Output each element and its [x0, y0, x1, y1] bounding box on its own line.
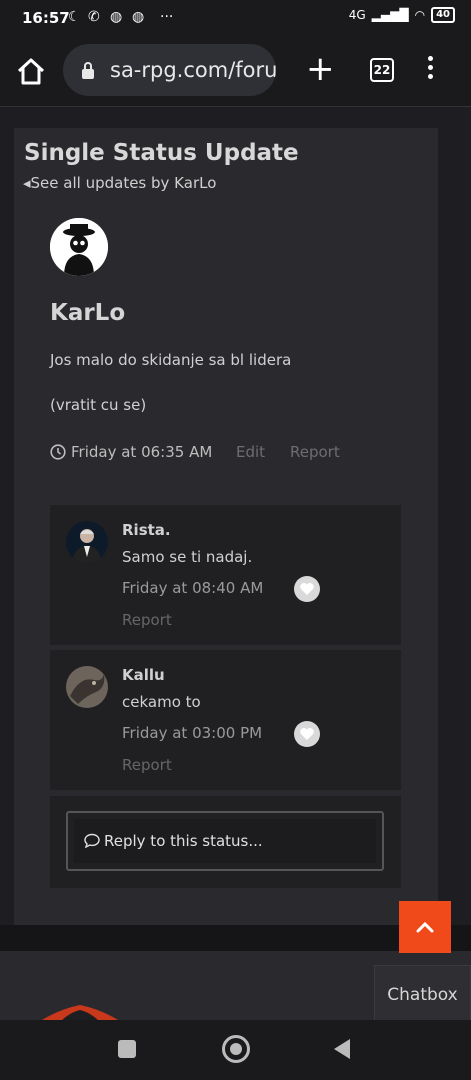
- see-all-label: See all updates by KarLo: [30, 174, 217, 192]
- heart-icon: [300, 728, 314, 740]
- page-title: Single Status Update: [24, 140, 299, 166]
- clock-time: 16:57: [22, 9, 70, 27]
- back-button[interactable]: [332, 1038, 352, 1060]
- comment-report-link[interactable]: Report: [122, 756, 172, 774]
- like-button[interactable]: [294, 576, 320, 602]
- tab-switcher-button[interactable]: 22: [370, 58, 394, 82]
- status-text-line: (vratit cu se): [50, 396, 147, 414]
- comment-text: cekamo to: [122, 693, 201, 711]
- scroll-to-top-button[interactable]: [399, 901, 451, 953]
- like-button[interactable]: [294, 721, 320, 747]
- more-notifications-icon: ···: [160, 9, 174, 25]
- commenter-name[interactable]: Rista.: [122, 521, 171, 539]
- browser-toolbar: sa-rpg.com/forur + 22: [0, 36, 471, 107]
- edit-link[interactable]: Edit: [236, 443, 265, 461]
- home-icon[interactable]: [16, 56, 46, 86]
- caret-left-icon: ◂: [23, 174, 31, 192]
- new-tab-button[interactable]: +: [306, 52, 335, 86]
- speech-bubble-icon: [84, 833, 100, 848]
- heart-icon: [300, 583, 314, 595]
- home-button[interactable]: [222, 1035, 250, 1063]
- comment-time[interactable]: Friday at 03:00 PM: [122, 724, 262, 742]
- url-text: sa-rpg.com/forur: [110, 58, 276, 82]
- skull-hat-avatar-image: [50, 218, 108, 276]
- commenter-name[interactable]: Kallu: [122, 666, 165, 684]
- status-text-line: Jos malo do skidanje sa bl lidera: [50, 351, 292, 369]
- lock-icon: [82, 62, 94, 79]
- app-notification-icon: ◍: [132, 9, 145, 25]
- moon-icon: ☾: [68, 9, 81, 25]
- reply-placeholder: Reply to this status...: [104, 832, 263, 850]
- comment-item: Kallu cekamo to Friday at 03:00 PM Repor…: [50, 650, 401, 790]
- system-navigation-bar: [0, 1020, 471, 1080]
- battery-level: 40: [436, 9, 450, 20]
- chatbox-button[interactable]: Chatbox: [374, 965, 471, 1023]
- reply-input-field[interactable]: Reply to this status...: [74, 819, 376, 863]
- browser-menu-button[interactable]: [428, 56, 436, 83]
- chevron-up-icon: [416, 921, 434, 933]
- commenter-avatar[interactable]: [66, 521, 108, 563]
- battery-icon: 40: [431, 7, 455, 23]
- app-notification-icon: ◍: [110, 9, 123, 25]
- viber-icon: ✆: [88, 9, 100, 25]
- dragon-avatar-image: [66, 666, 108, 708]
- status-time: Friday at 06:35 AM: [71, 443, 213, 461]
- comment-item: Rista. Samo se ti nadaj. Friday at 08:40…: [50, 505, 401, 645]
- see-all-updates-link[interactable]: ◂See all updates by KarLo: [23, 174, 216, 192]
- comment-time[interactable]: Friday at 08:40 AM: [122, 579, 263, 597]
- recent-apps-button[interactable]: [118, 1040, 136, 1058]
- man-in-suit-avatar-image: [66, 521, 108, 563]
- site-logo: [42, 1005, 118, 1020]
- comment-report-link[interactable]: Report: [122, 611, 172, 629]
- comment-text: Samo se ti nadaj.: [122, 548, 253, 566]
- clock-icon: [50, 444, 66, 460]
- network-type: 4G: [348, 8, 366, 22]
- status-timestamp[interactable]: Friday at 06:35 AM: [50, 443, 212, 461]
- signal-icon: ▂▄▆█: [371, 8, 409, 22]
- report-link[interactable]: Report: [290, 443, 340, 461]
- tab-count: 22: [373, 63, 391, 77]
- system-status-bar: 16:57 ☾ ✆ ◍ ◍ ··· 4G ▂▄▆█ ◠ 40: [0, 0, 471, 36]
- reply-input[interactable]: Reply to this status...: [66, 811, 384, 871]
- status-author-name[interactable]: KarLo: [50, 300, 125, 326]
- wifi-icon: ◠: [414, 8, 426, 22]
- commenter-avatar[interactable]: [66, 666, 108, 708]
- address-bar[interactable]: sa-rpg.com/forur: [63, 44, 276, 96]
- author-avatar[interactable]: [50, 218, 108, 276]
